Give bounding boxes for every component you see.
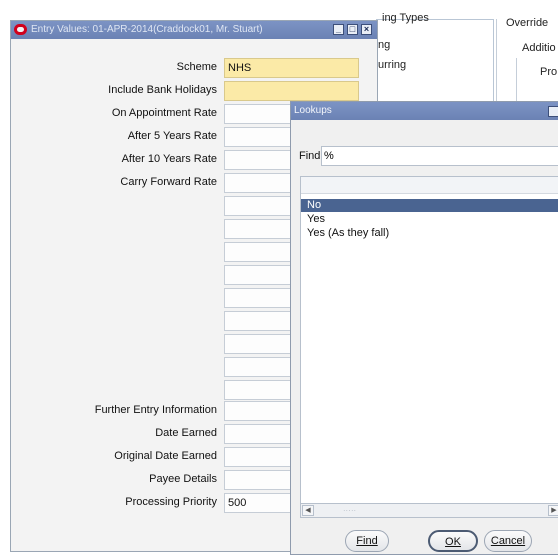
oracle-logo-icon bbox=[14, 24, 27, 35]
field-scheme[interactable]: NHS bbox=[224, 58, 359, 78]
field-label: Include Bank Holidays bbox=[108, 84, 217, 96]
list-item[interactable]: Yes (As they fall) bbox=[301, 227, 558, 240]
lookup-list[interactable]: No Yes Yes (As they fall) bbox=[300, 176, 558, 518]
close-button[interactable] bbox=[548, 106, 558, 117]
field-label: Further Entry Information bbox=[94, 404, 217, 416]
cancel-button-label: Cancel bbox=[490, 535, 526, 547]
field-label: After 5 Years Rate bbox=[127, 130, 217, 142]
close-button[interactable]: × bbox=[361, 24, 372, 35]
list-header bbox=[301, 177, 558, 194]
lookups-title-bar[interactable]: Lookups bbox=[291, 102, 558, 120]
field-label: Date Earned bbox=[155, 427, 217, 439]
find-button[interactable]: Find bbox=[345, 530, 389, 552]
entry-values-title-bar[interactable]: Entry Values: 01-APR-2014(Craddock01, Mr… bbox=[11, 21, 377, 39]
find-input[interactable]: % bbox=[321, 146, 558, 166]
background-line-1: ng bbox=[378, 39, 391, 51]
dialog-title: Lookups bbox=[294, 105, 332, 116]
maximize-button[interactable]: □ bbox=[347, 24, 358, 35]
find-label: Find bbox=[299, 150, 321, 162]
field-label: Original Date Earned bbox=[114, 450, 217, 462]
field-label: Carry Forward Rate bbox=[120, 176, 217, 188]
background-line-2: urring bbox=[378, 59, 407, 71]
ok-button-label: OK bbox=[445, 536, 461, 548]
horizontal-scrollbar[interactable]: ◀ ..... ▶ bbox=[300, 503, 558, 518]
field-label: After 10 Years Rate bbox=[121, 153, 217, 165]
scroll-thumb[interactable]: ..... bbox=[319, 505, 381, 516]
list-item[interactable]: No bbox=[301, 199, 558, 212]
cancel-button[interactable]: Cancel bbox=[484, 530, 532, 552]
list-item[interactable]: Yes bbox=[301, 213, 558, 226]
field-label: Payee Details bbox=[149, 473, 217, 485]
minimize-button[interactable]: _ bbox=[333, 24, 344, 35]
addition-label: Additio bbox=[522, 42, 556, 54]
scroll-left-icon[interactable]: ◀ bbox=[302, 505, 314, 516]
field-label: Scheme bbox=[176, 61, 217, 73]
field-label: On Appointment Rate bbox=[111, 107, 217, 119]
field-label: Processing Priority bbox=[125, 496, 217, 508]
scroll-right-icon[interactable]: ▶ bbox=[548, 505, 558, 516]
processing-label: Pro bbox=[540, 66, 558, 78]
group-label: ing Types bbox=[382, 12, 429, 24]
override-label: Override bbox=[506, 17, 549, 29]
find-button-label: Find bbox=[356, 535, 378, 547]
ok-button[interactable]: OK bbox=[428, 530, 478, 552]
lookups-dialog: Lookups Find % No Yes Yes (As they fall) ◀… bbox=[290, 101, 558, 555]
field-include-bank-holidays[interactable] bbox=[224, 81, 359, 101]
window-title: Entry Values: 01-APR-2014(Craddock01, Mr… bbox=[31, 24, 263, 35]
